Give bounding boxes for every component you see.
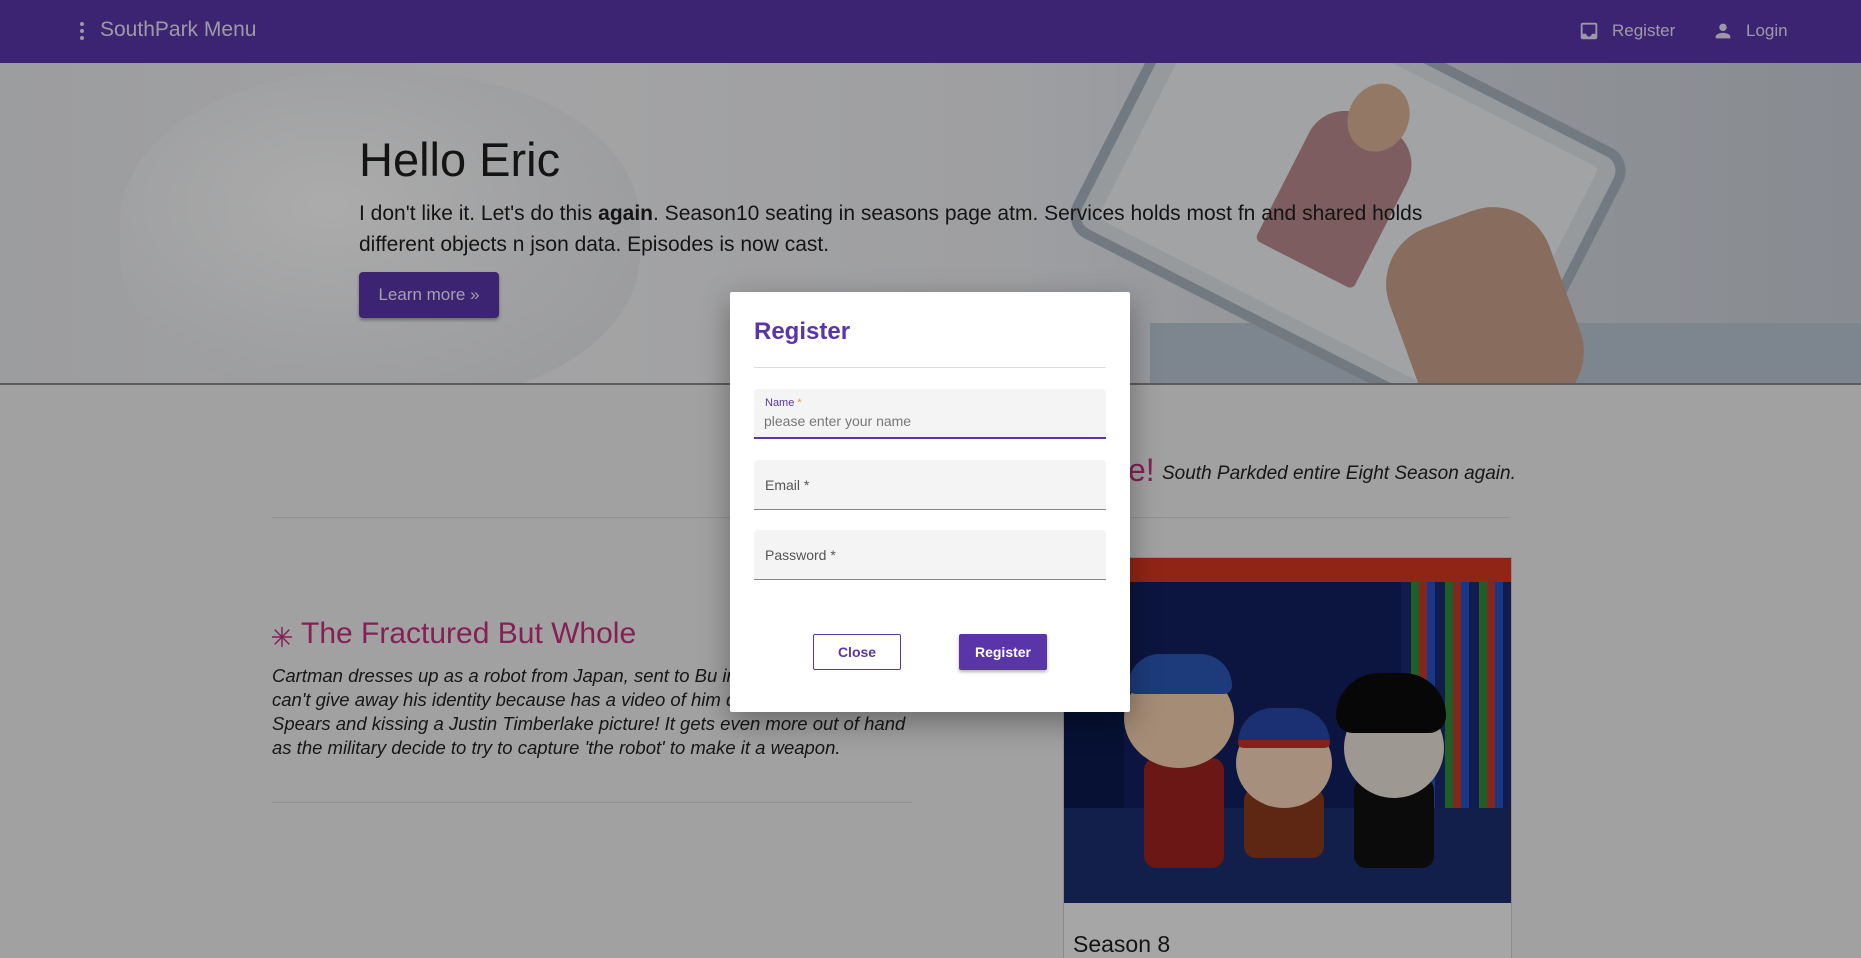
name-label-text: Name	[765, 397, 795, 409]
dialog-title: Register	[754, 318, 851, 345]
email-field-label: Email *	[765, 477, 810, 493]
register-submit-button[interactable]: Register	[959, 634, 1047, 670]
name-required-mark: *	[797, 397, 802, 409]
name-input[interactable]	[764, 411, 1094, 431]
email-field[interactable]: Email *	[754, 460, 1106, 510]
password-field-label: Password *	[765, 547, 836, 563]
name-field[interactable]: Name *	[754, 389, 1106, 439]
register-dialog: Register Name * Email * Password * Close…	[730, 292, 1130, 712]
dialog-divider	[754, 367, 1106, 368]
name-field-label: Name *	[765, 397, 802, 409]
password-field[interactable]: Password *	[754, 530, 1106, 580]
close-button[interactable]: Close	[813, 634, 901, 670]
